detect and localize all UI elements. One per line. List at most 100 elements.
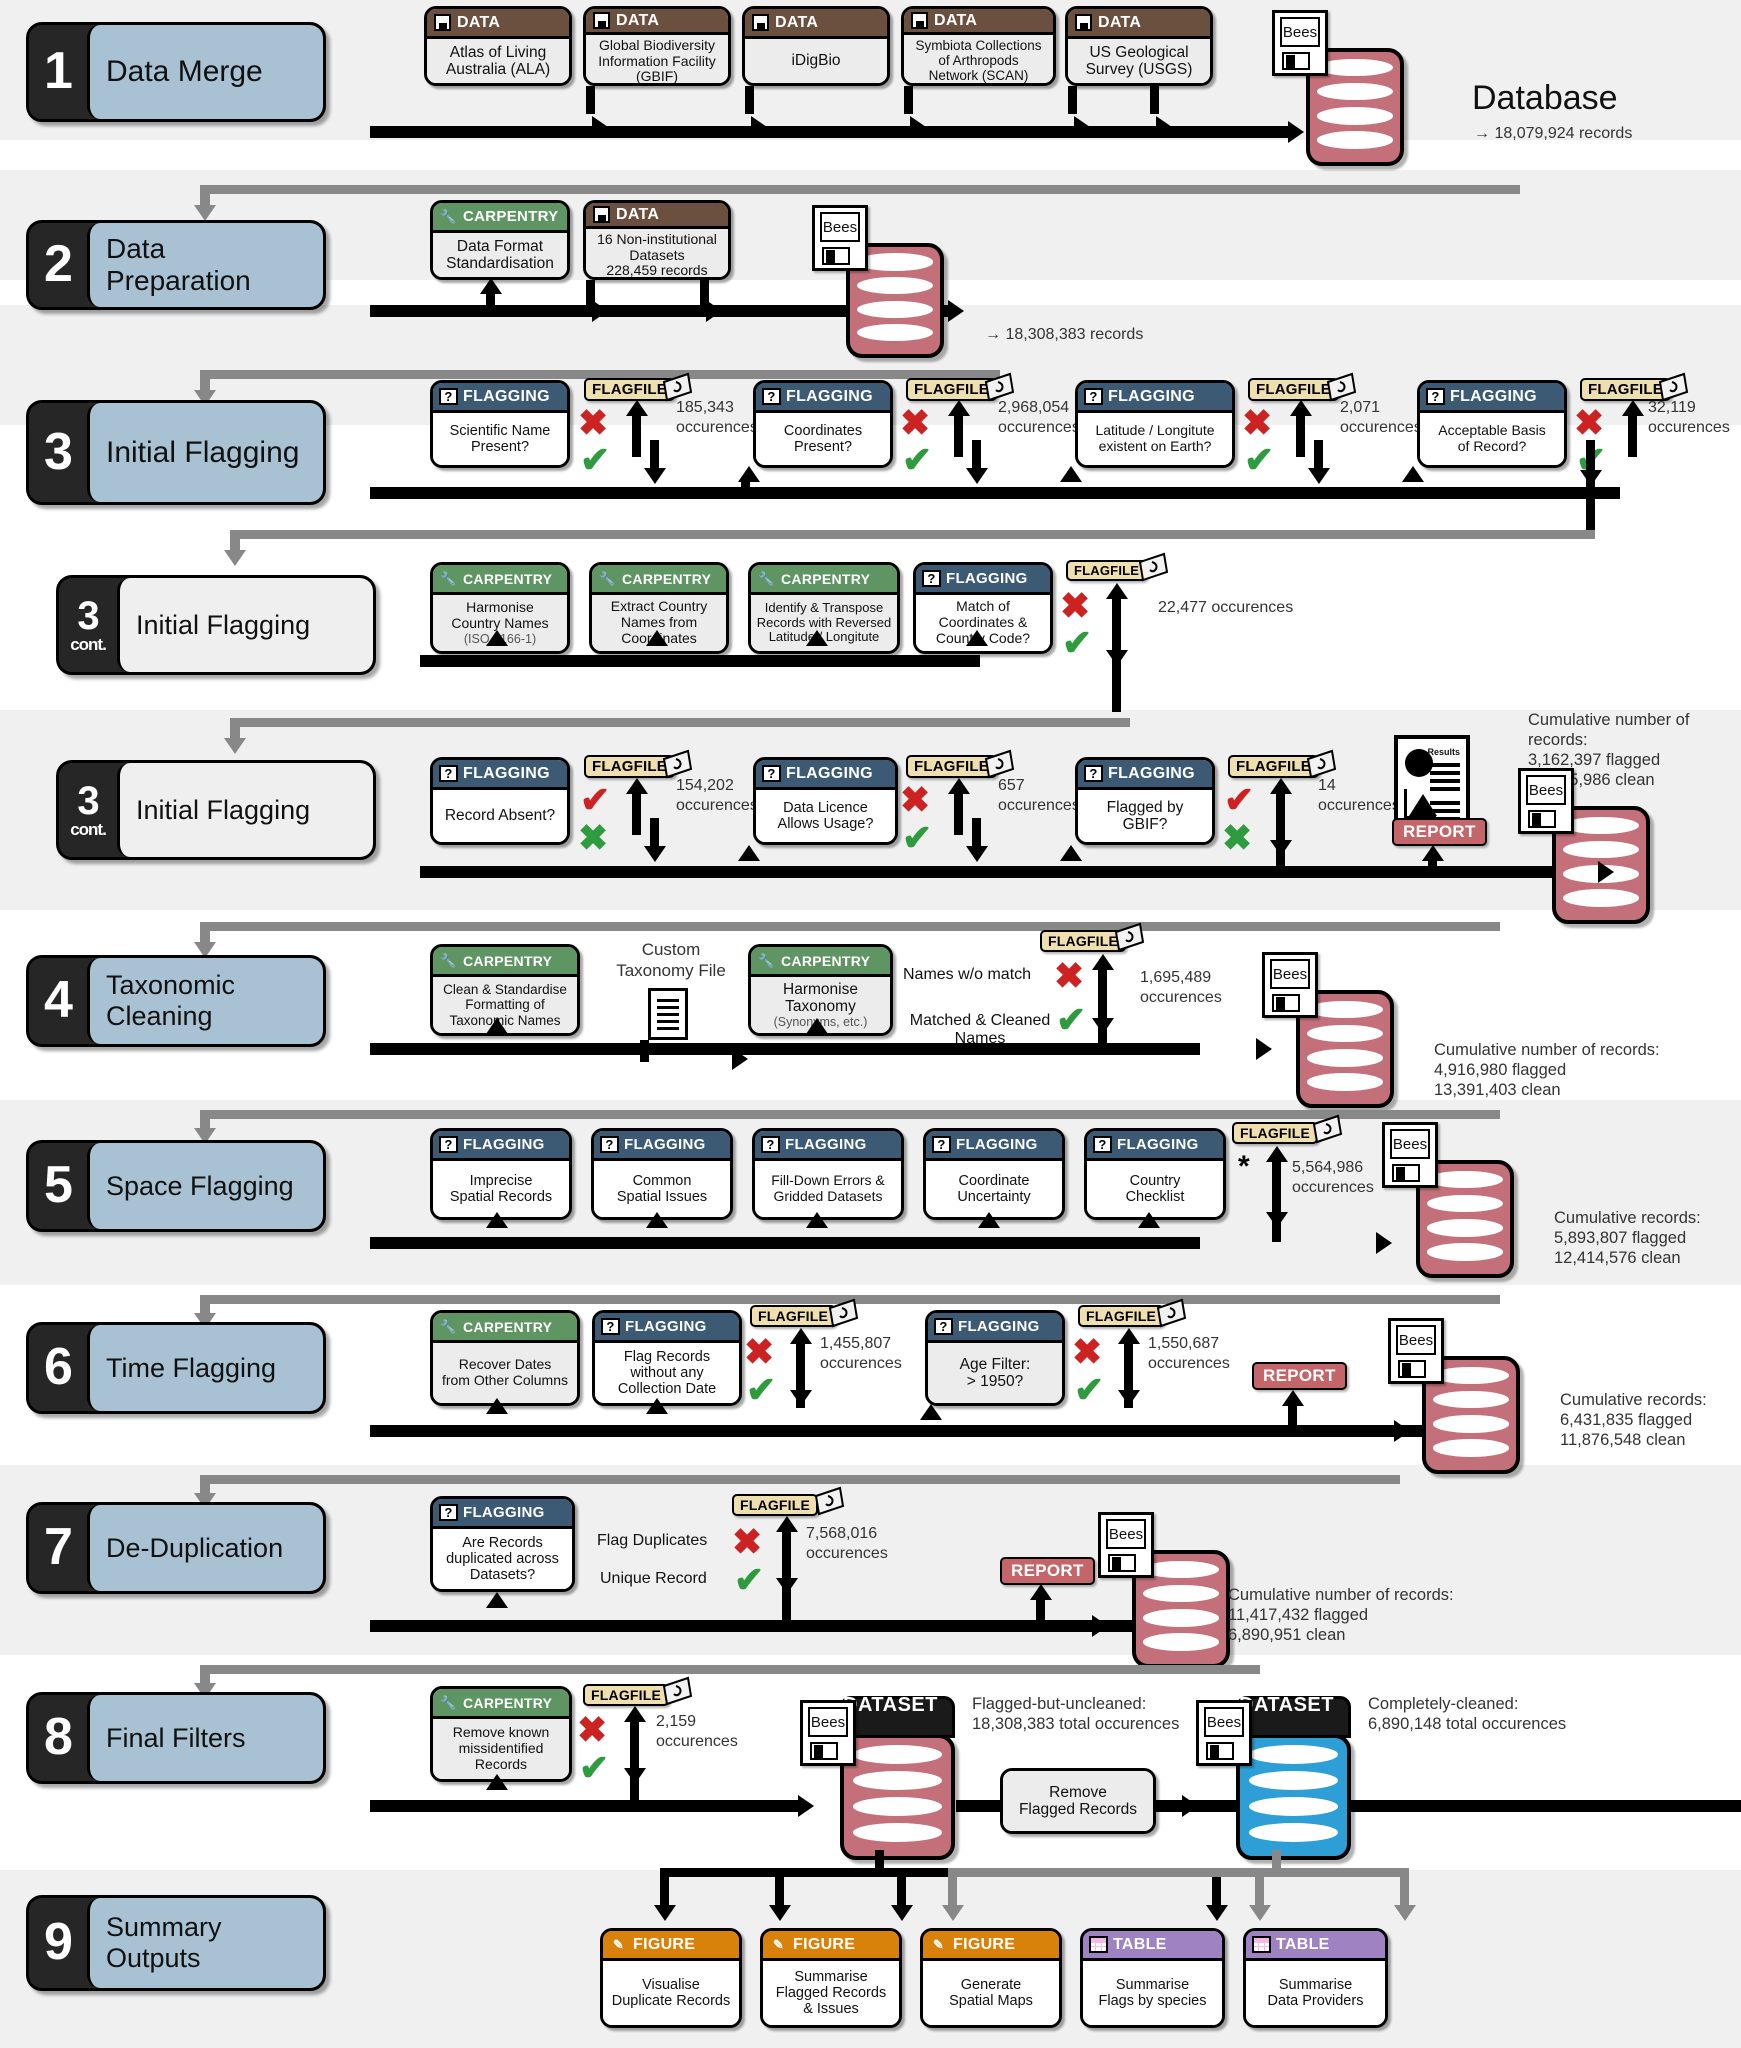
card-header: ? FLAGGING [1087,1131,1223,1161]
stage-pill-5[interactable]: 5 Space Flagging [26,1140,326,1232]
flagfile-tag-s3b[interactable]: FLAGFILE [1066,560,1148,581]
source-card-2[interactable]: DATA iDigBio [742,6,890,86]
s5-feed-4 [1138,1212,1160,1228]
wrench-icon: 🔧 [440,209,457,224]
flag-card-country-checklist[interactable]: ? FLAGGING Country Checklist [1084,1128,1226,1220]
custom-taxonomy-label: Custom Taxonomy File [616,940,726,980]
flag-card-gbif[interactable]: ? FLAGGING Flagged by GBIF? [1075,757,1215,845]
output-card-data-providers[interactable]: TABLE Summarise Data Providers [1243,1928,1388,2028]
output-card-spatial-maps[interactable]: ✎ FIGURE Generate Spatial Maps [920,1928,1062,2028]
database-group-s5[interactable]: Bees [1382,1122,1542,1278]
remove-flagged-box[interactable]: Remove Flagged Records [1000,1768,1156,1834]
flag-card-record-absent[interactable]: ? FLAGGING Record Absent? [430,757,570,845]
stage-title: Initial Flagging [117,763,373,857]
stage-pill-2[interactable]: 2 Data Preparation [26,220,326,310]
s3a-0-up-arrow [626,400,648,416]
carpentry-card-s2[interactable]: 🔧 CARPENTRY Data Format Standardisation [430,200,570,280]
question-icon: ? [439,1135,458,1154]
output-card-visualise-duplicates[interactable]: ✎ FIGURE Visualise Duplicate Records [600,1928,742,2028]
wrench-icon: 🔧 [440,571,457,586]
card-header: ? FLAGGING [756,760,895,790]
flagfile-tag-s5[interactable]: FLAGFILE [1232,1122,1319,1144]
report-chip-s3c[interactable]: REPORT [1392,818,1487,846]
floppy-icon [751,13,770,32]
branch-label-unique-record: Unique Record [600,1570,707,1587]
source-card-0[interactable]: DATA Atlas of Living Australia (ALA) [424,6,572,86]
flag-card-no-collection-date[interactable]: ? FLAGGING Flag Records without any Collec… [592,1310,742,1406]
stage-pill-3[interactable]: 3 Initial Flagging [26,400,326,505]
stage2-records: → 18,308,383 records [985,326,1144,343]
data-card-s2[interactable]: DATA 16 Non-institutional Datasets 228,459… [583,200,731,280]
flag-card-imprecise-spatial[interactable]: ? FLAGGING Imprecise Spatial Records [430,1128,572,1220]
flag-card-age-filter[interactable]: ? FLAGGING Age Filter: > 1950? [925,1310,1065,1406]
ds2-fan-arrow-2 [1394,1905,1416,1921]
occurrence-count-2: 2,071 occurences [1340,399,1422,436]
stage-pill-8[interactable]: 8 Final Filters [26,1692,326,1784]
stage-pill-3-cont-1[interactable]: 3 cont. Initial Flagging [56,575,376,675]
flag-card-coord-uncertainty[interactable]: ? FLAGGING Coordinate Uncertainty [923,1128,1065,1220]
flagfile-tag-s8[interactable]: FLAGFILE [583,1684,670,1706]
stage-pill-4[interactable]: 4 Taxonomic Cleaning [26,955,326,1047]
flag-card-duplicates[interactable]: ? FLAGGING Are Records duplicated across D… [430,1496,575,1592]
carpentry-recover-dates[interactable]: 🔧 CARPENTRY Recover Dates from Other Colu… [430,1310,580,1406]
dataset2-name: DATASET 2 [1236,1694,1351,1739]
stage-connector-arrow-3b [224,550,246,566]
flag-card-basis-of-record[interactable]: ? FLAGGING Acceptable Basis of Record? [1417,380,1567,468]
flow-line-s6 [370,1425,1450,1437]
s7-feed-0 [486,1592,508,1608]
source-card-3[interactable]: DATA Symbiota Collections of Arthropods Ne… [901,6,1056,86]
flag-card-lat-lon[interactable]: ? FLAGGING Latitude / Longitute existent … [1075,380,1235,468]
card-body: Acceptable Basis of Record? [1420,413,1564,465]
x-mark-1: ✖ [900,402,931,443]
stage-connector-7-l [200,1475,1400,1484]
stage-title: Summary Outputs [87,1898,323,1988]
database-group-2[interactable]: Bees [812,205,972,358]
card-header: TABLE [1083,1931,1222,1961]
s3c-2-down-arrow [1270,840,1292,856]
flag-icon-s3b [1136,552,1170,586]
database-group-s4[interactable]: Bees [1262,952,1422,1108]
source-card-1[interactable]: DATA Global Biodiversity Information Faci… [583,6,731,86]
flagfile-tag-s6-1[interactable]: FLAGFILE [1078,1305,1165,1327]
card-header: ? FLAGGING [755,1131,901,1161]
database-group-s3c[interactable]: Bees [1518,768,1678,924]
carpentry-remove-misidentified[interactable]: 🔧 CARPENTRY Remove known missidentified Re… [430,1686,572,1782]
flag-card-data-licence[interactable]: ? FLAGGING Data Licence Allows Usage? [753,757,898,845]
stage-title: Data Merge [87,25,323,119]
floppy-shutter [1108,1554,1136,1572]
s3b-feed-2 [806,630,828,646]
flagfile-tag-s6-0[interactable]: FLAGFILE [750,1305,837,1327]
stage-pill-9[interactable]: 9 Summary Outputs [26,1895,326,1991]
stage-connector-4-l [200,922,1500,931]
question-icon: ? [922,569,941,588]
report-chip-s7[interactable]: REPORT [1000,1557,1095,1585]
database-group-s6[interactable]: Bees [1388,1318,1548,1474]
src-drop-3 [1068,86,1077,114]
report-chip-s6[interactable]: REPORT [1252,1362,1347,1390]
source-card-4[interactable]: DATA US Geological Survey (USGS) [1065,6,1213,86]
flag-card-scientific-name[interactable]: ? FLAGGING Scientific Name Present? [430,380,570,468]
s5-feed-2 [806,1212,828,1228]
stage-pill-3-cont-2[interactable]: 3 cont. Initial Flagging [56,760,376,860]
stage-pill-1[interactable]: 1 Data Merge [26,22,326,122]
flag-card-fill-down[interactable]: ? FLAGGING Fill-Down Errors & Gridded Dat… [752,1128,904,1220]
occurrence-count-s4: 1,695,489 occurences [1140,969,1222,1006]
flagfile-tag-s7[interactable]: FLAGFILE [732,1494,819,1516]
flag-card-coordinates[interactable]: ? FLAGGING Coordinates Present? [753,380,893,468]
stage-pill-6[interactable]: 6 Time Flagging [26,1322,326,1414]
output-card-flags-by-species[interactable]: TABLE Summarise Flags by species [1080,1928,1225,2028]
src-drop-0 [586,86,595,114]
wrench-icon: 🔧 [440,1319,457,1334]
card-header: ? FLAGGING [756,383,890,413]
flag-icon-s7 [812,1486,846,1520]
stage-pill-7[interactable]: 7 De-Duplication [26,1502,326,1594]
stage-connector-arrow-3c [224,738,246,754]
flag-card-common-spatial[interactable]: ? FLAGGING Common Spatial Issues [591,1128,733,1220]
check-mark-1: ✔ [902,439,933,480]
src-drop-arrow-4 [1156,116,1172,138]
stage-connector-8-v [200,1665,210,1685]
database-group-1[interactable]: Bees [1272,8,1432,166]
pencil-icon: ✎ [612,1937,625,1952]
output-card-summarise-flagged[interactable]: ✎ FIGURE Summarise Flagged Records & Issue… [760,1928,902,2028]
s3c-1-up-arrow [948,778,970,794]
